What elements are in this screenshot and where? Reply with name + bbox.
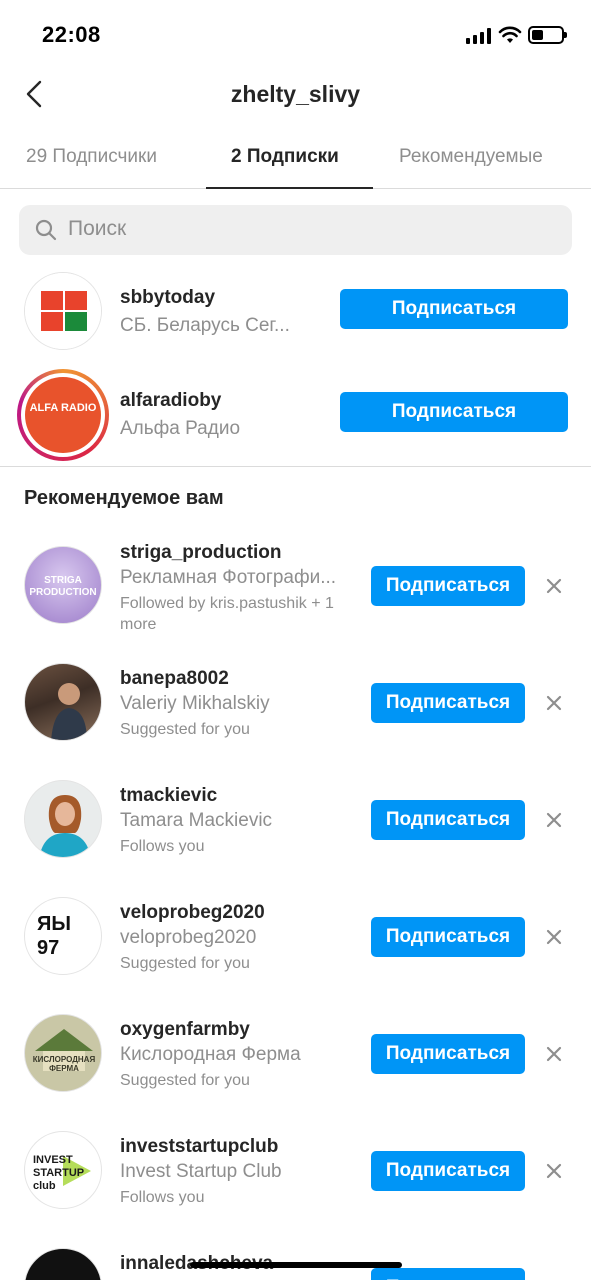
suggestion-reason: Followed by kris.pastushik + 1 more	[120, 595, 334, 633]
avatar[interactable]	[24, 663, 102, 741]
close-icon[interactable]	[544, 1161, 564, 1181]
avatar[interactable]: ЯЫ 97	[24, 897, 102, 975]
full-name: Кислородная Ферма	[120, 1044, 301, 1065]
username[interactable]: sbbytoday	[120, 287, 215, 309]
status-time: 22:08	[42, 22, 101, 47]
avatar[interactable]	[24, 272, 102, 350]
cellular-signal-icon	[466, 28, 491, 44]
status-bar: 22:08	[0, 0, 591, 64]
full-name: СБ. Беларусь Сег...	[120, 315, 290, 336]
follow-button[interactable]: Подписаться	[371, 1151, 525, 1191]
list-item[interactable]: tmackievic Tamara Mackievic Follows you …	[0, 780, 591, 870]
search-placeholder: Поиск	[68, 217, 127, 240]
list-item[interactable]: ЯЫ 97 veloprobeg2020 veloprobeg2020 Sugg…	[0, 897, 591, 987]
person-photo	[51, 683, 87, 740]
avatar[interactable]: INVEST STARTUP club	[24, 1131, 102, 1209]
full-name: Valeriy Mikhalskiy	[120, 693, 270, 714]
full-name: Альфа Радио	[120, 418, 241, 439]
search-input[interactable]: Поиск	[19, 205, 572, 255]
farm-house-icon	[35, 1029, 93, 1071]
list-item[interactable]: КИСЛОРОДНАЯ ФЕРМА oxygenfarmby Кислородн…	[0, 1014, 591, 1104]
username[interactable]: alfaradioby	[120, 390, 221, 412]
avatar[interactable]: STRIGA PRODUCTION	[24, 546, 102, 624]
suggestion-reason: Suggested for you	[120, 1072, 250, 1089]
username[interactable]: tmackievic	[120, 785, 217, 807]
close-icon[interactable]	[544, 927, 564, 947]
list-item[interactable]: INVEST STARTUP club investstartupclub In…	[0, 1131, 591, 1221]
tab-bar: 29 Подписчики 2 Подписки Рекомендуемые	[0, 132, 591, 189]
list-item[interactable]: STRIGA PRODUCTION striga_production Рекл…	[0, 540, 591, 640]
list-item[interactable]: sbbytoday СБ. Беларусь Сег... Подписатьс…	[0, 270, 591, 360]
close-icon[interactable]	[544, 810, 564, 830]
header: zhelty_slivy	[0, 64, 591, 126]
suggestion-reason: Suggested for you	[120, 721, 250, 738]
avatar[interactable]	[24, 780, 102, 858]
tab-following[interactable]: 2 Подписки	[231, 146, 339, 168]
username[interactable]: veloprobeg2020	[120, 902, 265, 924]
follow-button[interactable]: Подписаться	[371, 1268, 525, 1280]
section-title: Рекомендуемое вам	[24, 487, 224, 509]
active-tab-indicator	[206, 187, 373, 189]
tab-suggested[interactable]: Рекомендуемые	[399, 146, 543, 168]
follow-button[interactable]: Подписаться	[371, 683, 525, 723]
avatar[interactable]: КИСЛОРОДНАЯ ФЕРМА	[24, 1014, 102, 1092]
full-name: Tamara Mackievic	[120, 810, 273, 831]
follow-button[interactable]: Подписаться	[340, 392, 568, 432]
suggestion-reason: Suggested for you	[120, 955, 250, 972]
close-icon[interactable]	[544, 693, 564, 713]
username[interactable]: investstartupclub	[120, 1136, 278, 1158]
list-item[interactable]: banepa8002 Valeriy Mikhalskiy Suggested …	[0, 663, 591, 753]
close-icon[interactable]	[544, 576, 564, 596]
person-photo	[39, 795, 91, 857]
sb-logo-icon	[25, 273, 101, 349]
avatar[interactable]	[24, 1248, 102, 1280]
list-item[interactable]: ALFA RADIO alfaradioby Альфа Радио Подпи…	[0, 369, 591, 461]
alfa-radio-logo: ALFA RADIO	[25, 377, 101, 453]
search-icon	[35, 219, 57, 241]
full-name: Invest Startup Club	[120, 1161, 282, 1182]
home-indicator[interactable]	[190, 1262, 402, 1268]
wifi-icon	[498, 26, 522, 43]
username[interactable]: oxygenfarmby	[120, 1019, 250, 1041]
suggestion-reason: Follows you	[120, 1189, 205, 1206]
story-ring[interactable]: ALFA RADIO	[17, 369, 109, 461]
full-name: Рекламная Фотографи...	[120, 567, 337, 588]
follow-button[interactable]: Подписаться	[371, 800, 525, 840]
username[interactable]: striga_production	[120, 542, 282, 564]
follow-button[interactable]: Подписаться	[340, 289, 568, 329]
suggestion-reason: Follows you	[120, 838, 205, 855]
username[interactable]: banepa8002	[120, 668, 229, 690]
follow-button[interactable]: Подписаться	[371, 1034, 525, 1074]
tab-followers[interactable]: 29 Подписчики	[26, 146, 157, 168]
close-icon[interactable]	[544, 1044, 564, 1064]
follow-button[interactable]: Подписаться	[371, 566, 525, 606]
page-title: zhelty_slivy	[230, 81, 361, 107]
divider	[0, 466, 591, 467]
follow-button[interactable]: Подписаться	[371, 917, 525, 957]
full-name: veloprobeg2020	[120, 927, 257, 948]
battery-icon	[528, 26, 567, 44]
